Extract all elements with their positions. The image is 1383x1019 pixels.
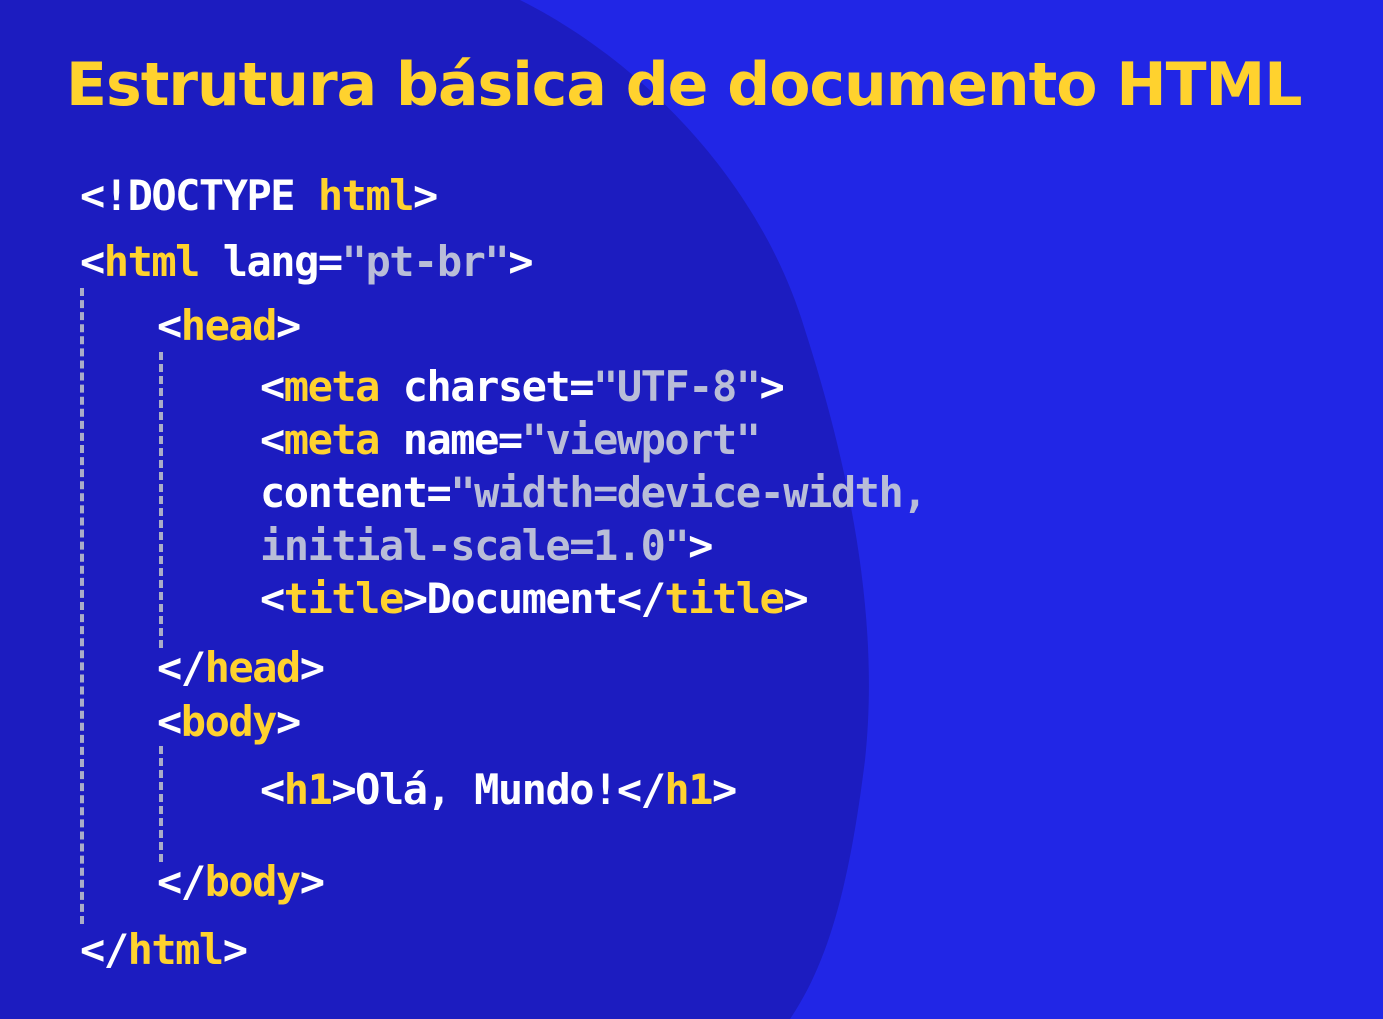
body-close-lt: </ (157, 857, 206, 906)
code-line-title: <title>Document</title> (260, 573, 809, 625)
html-open-gt: > (508, 237, 533, 286)
h1-open-tag: h1 (283, 765, 333, 814)
code-line-html-close: </html> (80, 924, 248, 976)
code-line-h1: <h1>Olá, Mundo!</h1> (260, 764, 737, 816)
meta-viewport-content-value-2: initial-scale=1.0" (260, 521, 690, 570)
doctype-close: > (413, 171, 438, 220)
head-open-tag: head (180, 301, 278, 350)
meta-charset-gt: > (759, 362, 785, 411)
code-line-html-open: <html lang="pt-br"> (80, 236, 533, 288)
code-line-meta-viewport-3: initial-scale=1.0"> (260, 520, 713, 572)
head-close-tag: head (204, 643, 302, 692)
head-open-lt: < (157, 301, 182, 350)
meta-viewport-name-attr: name= (378, 415, 523, 464)
h1-open-gt: > (331, 765, 356, 814)
title-close-lt: </ (616, 574, 666, 623)
code-line-meta-viewport-1: <meta name="viewport" (260, 414, 761, 466)
code-block: <!DOCTYPE html> <html lang="pt-br"> <hea… (0, 0, 1383, 1019)
html-close-lt: </ (80, 925, 129, 974)
meta-charset-tag: meta (283, 362, 381, 411)
code-line-head-open: <head> (157, 300, 301, 352)
meta-viewport-gt: > (688, 521, 713, 570)
code-line-head-close: </head> (157, 642, 325, 694)
body-open-lt: < (157, 697, 182, 746)
body-indent-guide (159, 746, 163, 862)
doctype-open: <!DOCTYPE (80, 171, 318, 220)
title-open-lt: < (260, 574, 285, 623)
head-indent-guide (159, 352, 163, 648)
head-close-gt: > (299, 643, 325, 692)
html-indent-guide (80, 288, 84, 924)
html-open-tag: html (103, 237, 201, 286)
h1-text: Olá, Mundo! (355, 765, 618, 814)
meta-charset-attr: charset= (378, 362, 595, 411)
body-close-gt: > (299, 857, 325, 906)
body-close-tag: body (204, 857, 302, 906)
title-open-tag: title (283, 574, 404, 623)
h1-close-tag: h1 (664, 765, 713, 814)
html-lang-value: "pt-br" (341, 237, 510, 286)
h1-close-lt: </ (616, 765, 666, 814)
title-close-gt: > (783, 574, 808, 623)
meta-viewport-name-value: "viewport" (521, 415, 761, 464)
title-text: Document (426, 574, 619, 623)
meta-viewport-lt: < (260, 415, 285, 464)
h1-close-gt: > (711, 765, 737, 814)
code-line-doctype: <!DOCTYPE html> (80, 170, 438, 222)
code-line-meta-charset: <meta charset="UTF-8"> (260, 361, 785, 413)
head-close-lt: </ (157, 643, 206, 692)
meta-viewport-tag: meta (283, 415, 381, 464)
doctype-keyword: html (317, 171, 415, 220)
head-open-gt: > (275, 301, 301, 350)
meta-viewport-content-attr: content= (260, 468, 452, 517)
title-open-gt: > (402, 574, 428, 623)
html-close-tag: html (127, 925, 225, 974)
html-open-lt: < (80, 237, 105, 286)
code-line-meta-viewport-2: content="width=device-width, (260, 467, 928, 519)
body-open-tag: body (180, 697, 278, 746)
code-line-body-open: <body> (157, 696, 301, 748)
body-open-gt: > (275, 697, 301, 746)
h1-open-lt: < (260, 765, 285, 814)
code-line-body-close: </body> (157, 856, 325, 908)
meta-charset-lt: < (260, 362, 285, 411)
meta-viewport-content-value-1: "width=device-width, (450, 468, 927, 517)
title-close-tag: title (664, 574, 784, 623)
html-close-gt: > (222, 925, 248, 974)
meta-charset-value: "UTF-8" (593, 362, 761, 411)
html-lang-attr: lang= (198, 237, 343, 286)
